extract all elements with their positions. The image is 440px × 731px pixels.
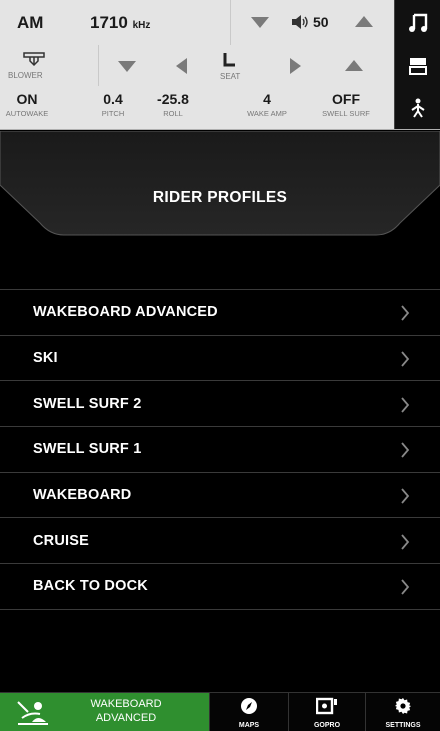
seat-right-button[interactable]	[290, 58, 301, 74]
divider	[98, 45, 99, 86]
climate-bar: BLOWER SEAT	[0, 45, 440, 86]
chevron-right-icon	[400, 397, 410, 418]
profile-label: CRUISE	[33, 532, 89, 549]
active-profile-line2: ADVANCED	[95, 712, 157, 724]
profile-item-wakeboard-advanced[interactable]: WAKEBOARD ADVANCED	[0, 290, 440, 336]
volume-up-button[interactable]	[355, 16, 373, 27]
chevron-right-icon	[400, 534, 410, 555]
tab-gopro[interactable]: GOPRO	[288, 693, 365, 731]
ballast-icon	[408, 56, 428, 76]
profile-label: WAKEBOARD	[33, 487, 132, 504]
page-header: RIDER PROFILES	[0, 131, 440, 241]
stat-value: 4	[263, 91, 271, 107]
blower-label: BLOWER	[8, 71, 43, 80]
stat-label: WAKE AMP	[247, 109, 287, 118]
rider-button[interactable]	[394, 86, 440, 129]
tab-rider-profile[interactable]: WAKEBOARD ADVANCED	[0, 693, 209, 731]
seat-icon[interactable]	[221, 51, 239, 74]
chevron-right-icon	[400, 488, 410, 509]
music-button[interactable]	[394, 0, 440, 45]
profile-item-swell-surf-1[interactable]: SWELL SURF 1	[0, 427, 440, 473]
stat-value: 0.4	[103, 91, 123, 107]
blower-icon[interactable]	[22, 51, 46, 72]
ballast-button[interactable]	[394, 45, 440, 86]
stat-swell-surf[interactable]: OFF SWELL SURF	[314, 91, 378, 118]
seat-left-button[interactable]	[176, 58, 187, 74]
page-title: RIDER PROFILES	[152, 189, 288, 206]
radio-band[interactable]: AM	[17, 13, 43, 33]
speaker-icon	[291, 14, 309, 35]
active-profile-line1: WAKEBOARD	[90, 698, 162, 710]
compass-icon	[241, 698, 257, 714]
stat-pitch: 0.4 PITCH	[96, 91, 130, 118]
audio-bar: AM 1710 kHz 50	[0, 0, 440, 45]
tab-settings[interactable]: SETTINGS	[365, 693, 440, 731]
tab-settings-label: SETTINGS	[385, 722, 421, 729]
blower-down-button[interactable]	[118, 61, 136, 72]
stat-value: OFF	[332, 91, 360, 107]
stat-autowake[interactable]: ON AUTOWAKE	[2, 91, 52, 118]
profile-label: SWELL SURF 1	[33, 441, 142, 458]
rider-profile-list: WAKEBOARD ADVANCED SKI SWELL SURF 2 SWEL…	[0, 289, 440, 610]
radio-frequency[interactable]: 1710 kHz	[90, 13, 150, 33]
divider	[230, 0, 231, 45]
profile-item-swell-surf-2[interactable]: SWELL SURF 2	[0, 381, 440, 428]
tab-maps[interactable]: MAPS	[209, 693, 288, 731]
chevron-right-icon	[400, 351, 410, 372]
volume-level: 50	[313, 14, 329, 30]
wake-stats-bar: ON AUTOWAKE 0.4 PITCH -25.8 ROLL 4 WAKE …	[0, 86, 440, 130]
stat-value: -25.8	[157, 91, 189, 107]
seat-label: SEAT	[220, 72, 241, 81]
stat-label: SWELL SURF	[322, 109, 370, 118]
frequency-value: 1710	[90, 13, 128, 32]
rider-profile-icon	[16, 700, 50, 731]
profile-item-back-to-dock[interactable]: BACK TO DOCK	[0, 564, 440, 610]
music-note-icon	[408, 12, 428, 34]
stat-roll: -25.8 ROLL	[150, 91, 196, 118]
stat-label: ROLL	[163, 109, 183, 118]
frequency-unit: kHz	[132, 20, 151, 31]
rider-icon	[407, 97, 429, 119]
profile-item-wakeboard[interactable]: WAKEBOARD	[0, 473, 440, 519]
stat-wake-amp[interactable]: 4 WAKE AMP	[235, 91, 299, 118]
gear-icon	[395, 698, 411, 714]
header-background	[0, 131, 440, 236]
active-profile-name: WAKEBOARD ADVANCED	[76, 697, 176, 725]
stat-value: ON	[16, 91, 38, 107]
chevron-right-icon	[400, 579, 410, 600]
profile-item-ski[interactable]: SKI	[0, 336, 440, 382]
stat-label: AUTOWAKE	[5, 109, 49, 118]
profile-item-cruise[interactable]: CRUISE	[0, 518, 440, 565]
camera-icon	[316, 697, 337, 715]
bottom-nav: WAKEBOARD ADVANCED MAPS GOPRO SETTINGS	[0, 692, 440, 731]
profile-label: WAKEBOARD ADVANCED	[33, 304, 218, 321]
profile-label: SKI	[33, 350, 58, 367]
profile-label: BACK TO DOCK	[33, 578, 148, 595]
chevron-right-icon	[400, 442, 410, 463]
chevron-right-icon	[400, 305, 410, 326]
tab-gopro-label: GOPRO	[313, 722, 341, 729]
profile-label: SWELL SURF 2	[33, 395, 142, 412]
volume-down-button[interactable]	[251, 17, 269, 28]
stat-label: PITCH	[101, 109, 125, 118]
seat-up-button[interactable]	[345, 60, 363, 71]
tab-maps-label: MAPS	[238, 722, 260, 729]
